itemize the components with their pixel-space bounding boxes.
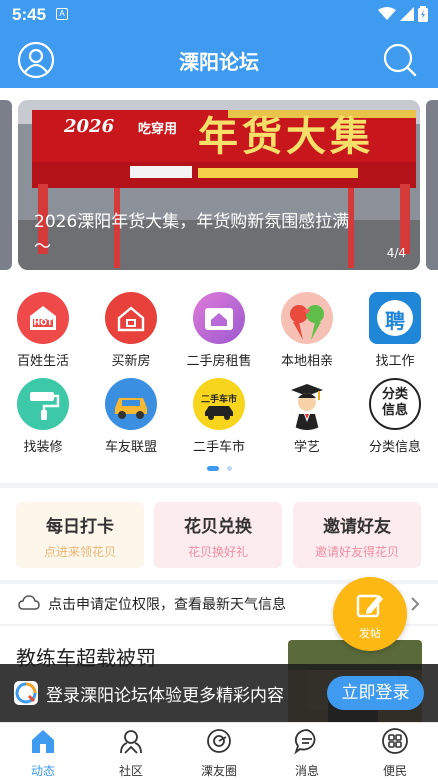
login-prompt-text: 登录溧阳论坛体验更多精彩内容 (46, 686, 284, 706)
tab-label: 溧友圈 (200, 764, 237, 778)
banner-caption: 2026溧阳年货大集，年货购新氛围感拉满～ (34, 212, 350, 257)
category-info-icon: 分类信息 (369, 378, 421, 430)
home-icon (32, 730, 54, 753)
login-button[interactable]: 立即登录 (327, 676, 424, 710)
search-button[interactable] (380, 40, 420, 80)
grid-label: 分类信息 (368, 440, 421, 455)
banner-next-peek (426, 100, 438, 270)
grid-label: 找工作 (375, 354, 415, 369)
job-icon: 聘 (369, 292, 421, 344)
grid-label: 本地相亲 (280, 354, 333, 369)
grid-item-classifieds[interactable]: 分类信息 分类信息 (352, 378, 438, 455)
grid-item-second-house[interactable]: 二手房租售 (176, 292, 262, 369)
tab-label: 社区 (118, 764, 143, 778)
bottom-tab-bar: 动态 社区 溧友圈 消息 便民 (0, 722, 438, 780)
post-button[interactable]: 发帖 (333, 577, 407, 651)
card-title: 每日打卡 (46, 517, 114, 537)
status-time: 5:45 (12, 5, 47, 24)
app-logo-icon (14, 681, 38, 705)
house-icon (105, 292, 157, 344)
grid-item-baixing[interactable]: HOT 百姓生活 (0, 292, 86, 369)
signal-icon (400, 7, 414, 21)
action-cards: 每日打卡 点进来领花贝 花贝兑换 花贝换好礼 邀请好友 邀请好友得花贝 (0, 488, 438, 580)
tab-community[interactable]: 社区 (96, 727, 166, 779)
page-dot (226, 466, 232, 471)
category-grid: HOT 百姓生活 买新房 二手房租售 本地相亲 聘 找工作 找装修 车友联盟 二… (0, 278, 438, 483)
tab-friends-circle[interactable]: 溧友圈 (184, 727, 254, 779)
redeem-card[interactable]: 花贝兑换 花贝换好礼 (154, 502, 282, 568)
friends-circle-icon (207, 729, 231, 753)
hot-icon: HOT (17, 292, 69, 344)
grid-label: 二手车市 (192, 440, 245, 455)
grid-item-car-club[interactable]: 车友联盟 (88, 378, 174, 455)
battery-icon (418, 6, 428, 22)
banner-sign-badge: 吃穿用 (138, 122, 178, 137)
job-icon-text: 聘 (385, 309, 405, 333)
tab-label: 动态 (30, 764, 55, 778)
grid-label: 百姓生活 (16, 354, 69, 369)
grid-label: 买新房 (111, 354, 151, 369)
grid-item-learn-skills[interactable]: 学艺 (264, 378, 350, 455)
banner-sign-text: 年货大集 (198, 113, 374, 160)
banner-sign-year: 2026 (64, 116, 115, 137)
services-icon (382, 728, 408, 754)
grid-label: 二手房租售 (186, 354, 252, 369)
message-icon (294, 729, 316, 755)
tab-services[interactable]: 便民 (360, 727, 430, 779)
banner-prev-peek (0, 100, 12, 270)
page-title: 溧阳论坛 (179, 50, 259, 74)
cloud-icon (18, 595, 40, 610)
status-indicators (378, 6, 428, 22)
parrots-icon (281, 292, 333, 344)
tab-messages[interactable]: 消息 (272, 727, 342, 779)
page-dot-active (206, 466, 219, 471)
car-icon (105, 378, 157, 430)
card-subtitle: 邀请好友得花贝 (314, 545, 399, 559)
graduate-icon (281, 378, 333, 430)
grid-item-jobs[interactable]: 聘 找工作 (352, 292, 438, 369)
category-info-icon-text: 分类信息 (381, 387, 408, 418)
community-icon (120, 730, 142, 754)
grid-item-used-car[interactable]: 二手车市 二手车市 (176, 378, 262, 455)
used-car-icon: 二手车市 (193, 378, 245, 430)
grid-label: 找装修 (23, 440, 63, 455)
search-icon (383, 43, 417, 77)
grid-page-indicator (0, 466, 438, 471)
post-button-label: 发帖 (359, 627, 381, 640)
app-header: 溧阳论坛 (0, 30, 438, 88)
grid-item-dating[interactable]: 本地相亲 (264, 292, 350, 369)
banner-page-indicator: 4/4 (386, 246, 406, 260)
edit-icon (356, 594, 383, 618)
paint-roller-icon (17, 378, 69, 430)
weather-text: 点击申请定位权限，查看最新天气信息 (48, 597, 286, 613)
login-prompt-bar: 登录溧阳论坛体验更多精彩内容 立即登录 (0, 664, 438, 722)
card-subtitle: 点进来领花贝 (43, 545, 116, 559)
grid-item-decoration[interactable]: 找装修 (0, 378, 86, 455)
tab-dynamic[interactable]: 动态 (8, 727, 78, 779)
tab-label: 消息 (294, 764, 319, 778)
banner-carousel[interactable]: 2026 吃穿用 年货大集 2026溧阳年货大集，年货购新氛围感拉满～ 4/4 (0, 88, 438, 278)
checkin-card[interactable]: 每日打卡 点进来领花贝 (16, 502, 144, 568)
banner-slide[interactable]: 2026 吃穿用 年货大集 2026溧阳年货大集，年货购新氛围感拉满～ 4/4 (18, 100, 420, 270)
status-bar: 5:45 A (0, 0, 438, 30)
app-notification-icon: A (56, 8, 68, 20)
wifi-icon (378, 7, 396, 20)
tab-label: 便民 (382, 764, 407, 778)
card-title: 花贝兑换 (184, 517, 252, 537)
chevron-right-icon (411, 597, 420, 611)
grid-label: 车友联盟 (104, 440, 157, 455)
second-house-icon (193, 292, 245, 344)
grid-item-new-house[interactable]: 买新房 (88, 292, 174, 369)
invite-card[interactable]: 邀请好友 邀请好友得花贝 (293, 502, 421, 568)
card-title: 邀请好友 (323, 517, 391, 537)
card-subtitle: 花贝换好礼 (187, 545, 248, 559)
grid-label: 学艺 (293, 440, 320, 455)
hot-icon-text: HOT (33, 318, 53, 327)
